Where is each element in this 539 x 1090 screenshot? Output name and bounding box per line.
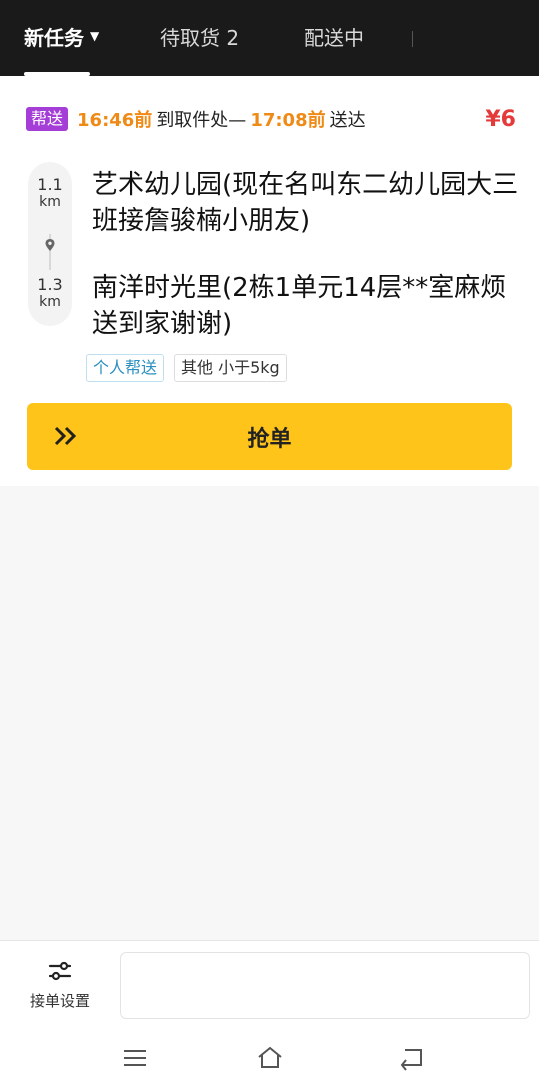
pickup-text: 到取件处— <box>156 110 247 131</box>
drop-distance: 1.3 km <box>28 275 72 310</box>
deliver-text: 送达 <box>329 110 366 131</box>
drop-distance-value: 1.3 <box>37 275 63 294</box>
pickup-distance-value: 1.1 <box>37 175 63 194</box>
drop-address: 南洋时光里(2栋1单元14层**室麻烦送到家谢谢) <box>92 273 507 339</box>
order-tags: 个人帮送 其他 小于5kg <box>86 354 287 382</box>
pickup-distance-unit: km <box>39 194 61 210</box>
tag-personal-delivery: 个人帮送 <box>86 354 165 382</box>
pickup-deadline: 16:46前 <box>77 110 153 131</box>
sliders-icon <box>48 961 72 981</box>
order-settings-label: 接单设置 <box>29 992 90 1010</box>
grab-order-label: 抢单 <box>247 425 292 451</box>
location-pin-icon <box>45 239 55 251</box>
caret-down-icon: ▼ <box>90 29 100 43</box>
order-price: ¥6 <box>485 106 516 132</box>
grab-order-button[interactable]: 抢单 <box>27 403 512 470</box>
home-icon[interactable] <box>256 1045 284 1071</box>
tab-pending-pickup[interactable]: 待取货 2 <box>115 0 260 76</box>
deliver-deadline: 17:08前 <box>250 110 326 131</box>
tab-new-tasks[interactable]: 新任务 ▼ <box>0 0 115 76</box>
tag-item-weight: 其他 小于5kg <box>174 354 287 382</box>
order-header: 帮送 16:46前 到取件处— 17:08前 送达 ¥6 <box>26 104 516 134</box>
tab-new-tasks-label: 新任务 <box>24 25 84 50</box>
back-icon[interactable] <box>397 1045 425 1071</box>
tab-pending-pickup-label: 待取货 2 <box>160 25 240 50</box>
start-accepting-button[interactable] <box>120 952 530 1019</box>
order-settings-button[interactable]: 接单设置 <box>16 959 104 1019</box>
top-tab-bar: 新任务 ▼ 待取货 2 配送中 <box>0 0 539 76</box>
tab-delivering-label: 配送中 <box>304 25 364 50</box>
order-card[interactable]: 帮送 16:46前 到取件处— 17:08前 送达 ¥6 1.1 km 1.3 … <box>0 76 539 486</box>
order-type-tag: 帮送 <box>26 107 69 131</box>
tab-divider <box>412 31 413 47</box>
menu-icon[interactable] <box>121 1045 149 1071</box>
double-chevron-right-icon <box>54 426 77 446</box>
system-nav-bar <box>0 1037 539 1081</box>
route-distance-rail: 1.1 km 1.3 km <box>28 162 72 326</box>
tab-delivering[interactable]: 配送中 <box>260 0 408 76</box>
bottom-bar: 接单设置 <box>0 940 539 1090</box>
app-page: 新任务 ▼ 待取货 2 配送中 帮送 16:46前 到取件处— 17:08前 送… <box>0 0 539 1090</box>
pickup-distance: 1.1 km <box>28 175 72 210</box>
drop-distance-unit: km <box>39 294 61 310</box>
pickup-address: 艺术幼儿园(现在名叫东二幼儿园大三班接詹骏楠小朋友) <box>92 170 519 236</box>
